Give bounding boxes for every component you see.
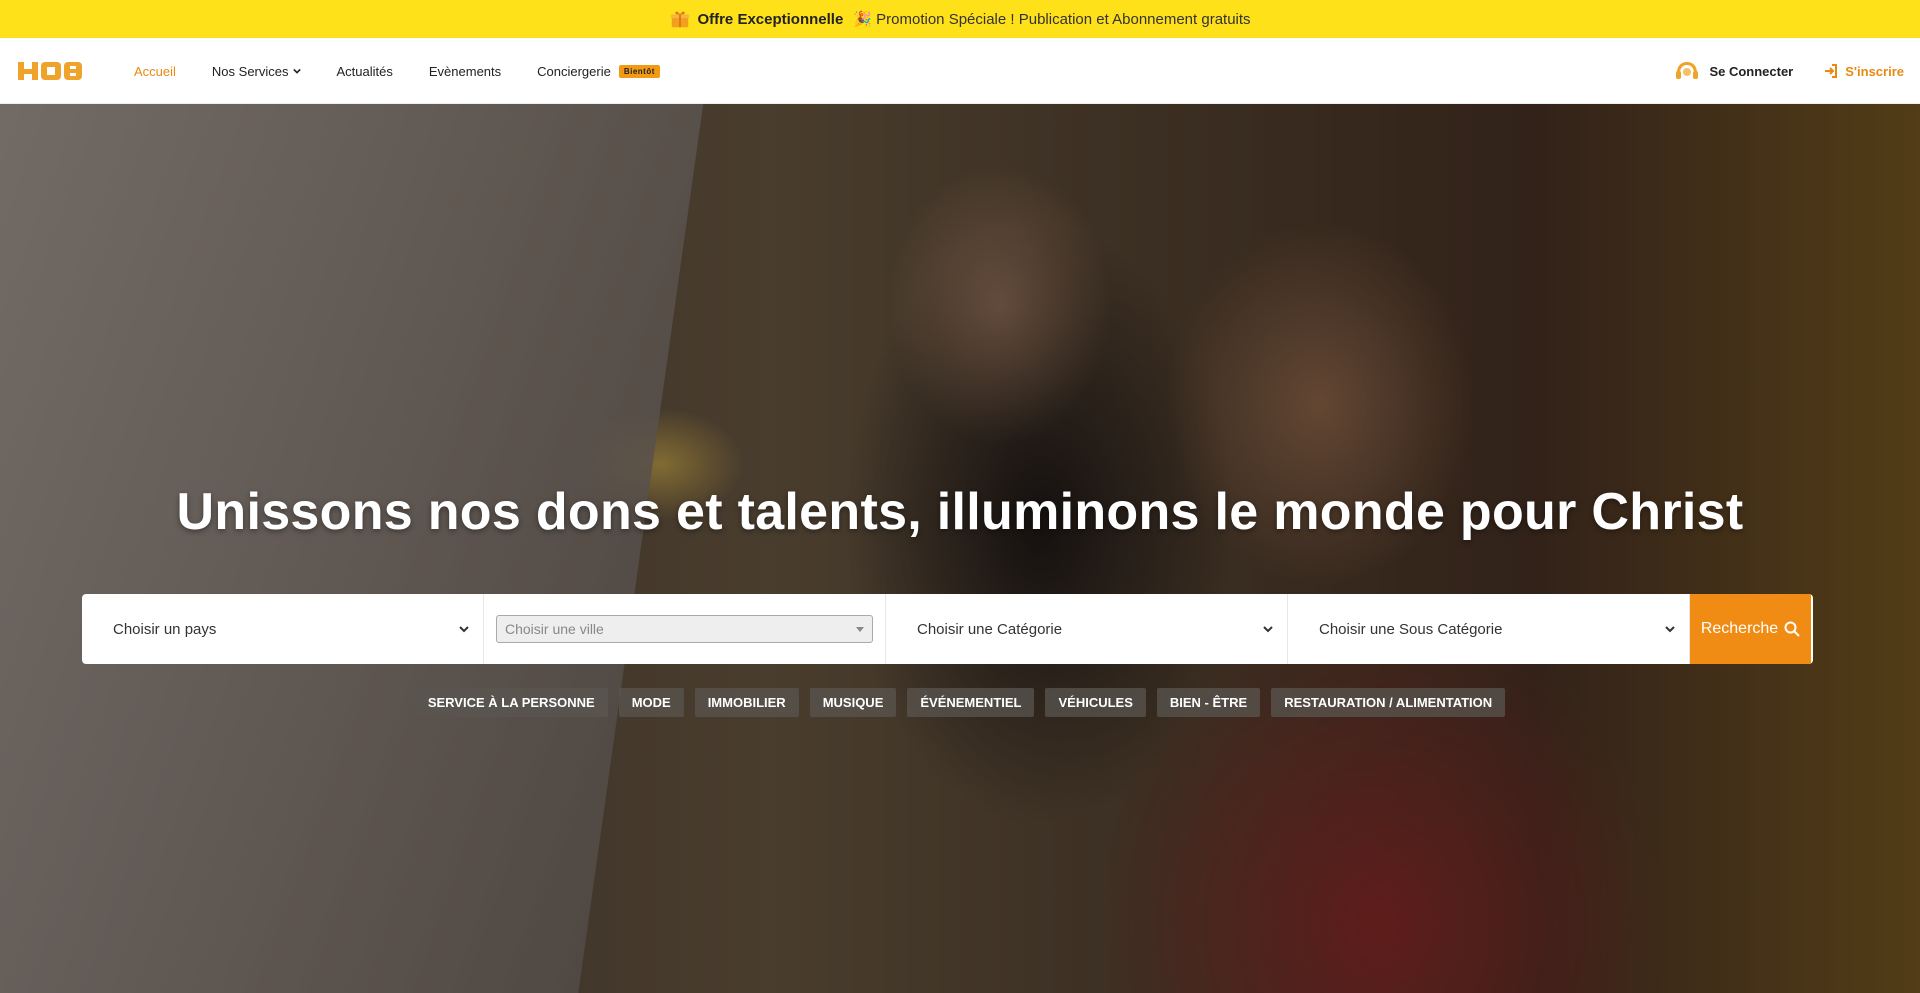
chevron-down-icon bbox=[459, 626, 469, 633]
category-select-label: Choisir une Catégorie bbox=[917, 620, 1063, 638]
hero-title: Unissons nos dons et talents, illuminons… bbox=[176, 483, 1744, 541]
tag-restauration-alimentation[interactable]: RESTAURATION / ALIMENTATION bbox=[1271, 688, 1506, 717]
hero-section: Unissons nos dons et talents, illuminons… bbox=[0, 104, 1920, 993]
signup-link[interactable]: S'inscrire bbox=[1823, 63, 1904, 79]
promo-banner: Offre Exceptionnelle 🎉 Promotion Spécial… bbox=[0, 0, 1920, 38]
nav-evenements[interactable]: Evènements bbox=[429, 64, 501, 79]
tag-bien-etre[interactable]: BIEN - ÊTRE bbox=[1156, 688, 1261, 717]
city-select-label: Choisir une ville bbox=[505, 621, 604, 637]
main-menu: Accueil Nos Services Actualités Evènemen… bbox=[134, 38, 696, 104]
signup-label: S'inscrire bbox=[1845, 63, 1904, 79]
tag-musique[interactable]: MUSIQUE bbox=[809, 688, 897, 717]
tag-service-a-la-personne[interactable]: SERVICE À LA PERSONNE bbox=[414, 688, 608, 717]
hob-logo[interactable] bbox=[18, 60, 84, 82]
user-headset-icon bbox=[1676, 62, 1699, 79]
tag-immobilier[interactable]: IMMOBILIER bbox=[694, 688, 799, 717]
search-icon bbox=[1784, 621, 1800, 637]
chevron-down-icon bbox=[292, 68, 301, 74]
sign-in-icon bbox=[1825, 64, 1838, 78]
subcategory-select[interactable]: Choisir une Sous Catégorie bbox=[1288, 594, 1690, 664]
country-select-label: Choisir un pays bbox=[113, 620, 217, 638]
country-select[interactable]: Choisir un pays bbox=[82, 594, 484, 664]
nav-accueil-label: Accueil bbox=[134, 63, 176, 79]
coming-soon-badge: Bientôt bbox=[618, 64, 660, 78]
login-label: Se Connecter bbox=[1709, 63, 1794, 79]
tag-vehicules[interactable]: VÉHICULES bbox=[1045, 688, 1146, 717]
hero-overlay bbox=[0, 104, 1920, 993]
city-select[interactable]: Choisir une ville bbox=[484, 594, 886, 664]
gift-icon bbox=[671, 11, 690, 28]
nav-nos-services[interactable]: Nos Services bbox=[212, 64, 301, 79]
subcategory-select-label: Choisir une Sous Catégorie bbox=[1319, 620, 1503, 638]
auth-links: Se Connecter S'inscrire bbox=[1675, 38, 1920, 104]
search-button[interactable]: Recherche bbox=[1690, 594, 1811, 664]
nav-evenements-label: Evènements bbox=[428, 63, 502, 79]
tag-evenementiel[interactable]: ÉVÉNEMENTIEL bbox=[907, 688, 1035, 717]
nav-conciergerie[interactable]: Conciergerie Bientôt bbox=[537, 64, 660, 79]
nav-actualites-label: Actualités bbox=[336, 63, 393, 79]
chevron-down-icon bbox=[1263, 626, 1273, 633]
city-select-box[interactable]: Choisir une ville bbox=[496, 615, 873, 643]
nav-conciergerie-label: Conciergerie bbox=[537, 63, 611, 79]
search-bar: Choisir un pays Choisir une ville Choisi… bbox=[82, 594, 1813, 664]
category-select[interactable]: Choisir une Catégorie bbox=[886, 594, 1288, 664]
tag-mode[interactable]: MODE bbox=[618, 688, 684, 717]
nav-actualites[interactable]: Actualités bbox=[337, 64, 393, 79]
nav-accueil[interactable]: Accueil bbox=[134, 64, 176, 79]
category-tags: SERVICE À LA PERSONNE MODE IMMOBILIER MU… bbox=[0, 688, 1920, 717]
search-button-label: Recherche bbox=[1700, 620, 1779, 637]
nav-nos-services-label: Nos Services bbox=[211, 63, 289, 79]
login-link[interactable]: Se Connecter bbox=[1675, 61, 1793, 81]
dropdown-arrow-icon bbox=[856, 626, 864, 632]
chevron-down-icon bbox=[1665, 626, 1675, 633]
promo-text: 🎉 Promotion Spéciale ! Publication et Ab… bbox=[853, 11, 1251, 28]
top-navbar: Accueil Nos Services Actualités Evènemen… bbox=[0, 38, 1920, 104]
promo-title: Offre Exceptionnelle bbox=[697, 10, 844, 28]
